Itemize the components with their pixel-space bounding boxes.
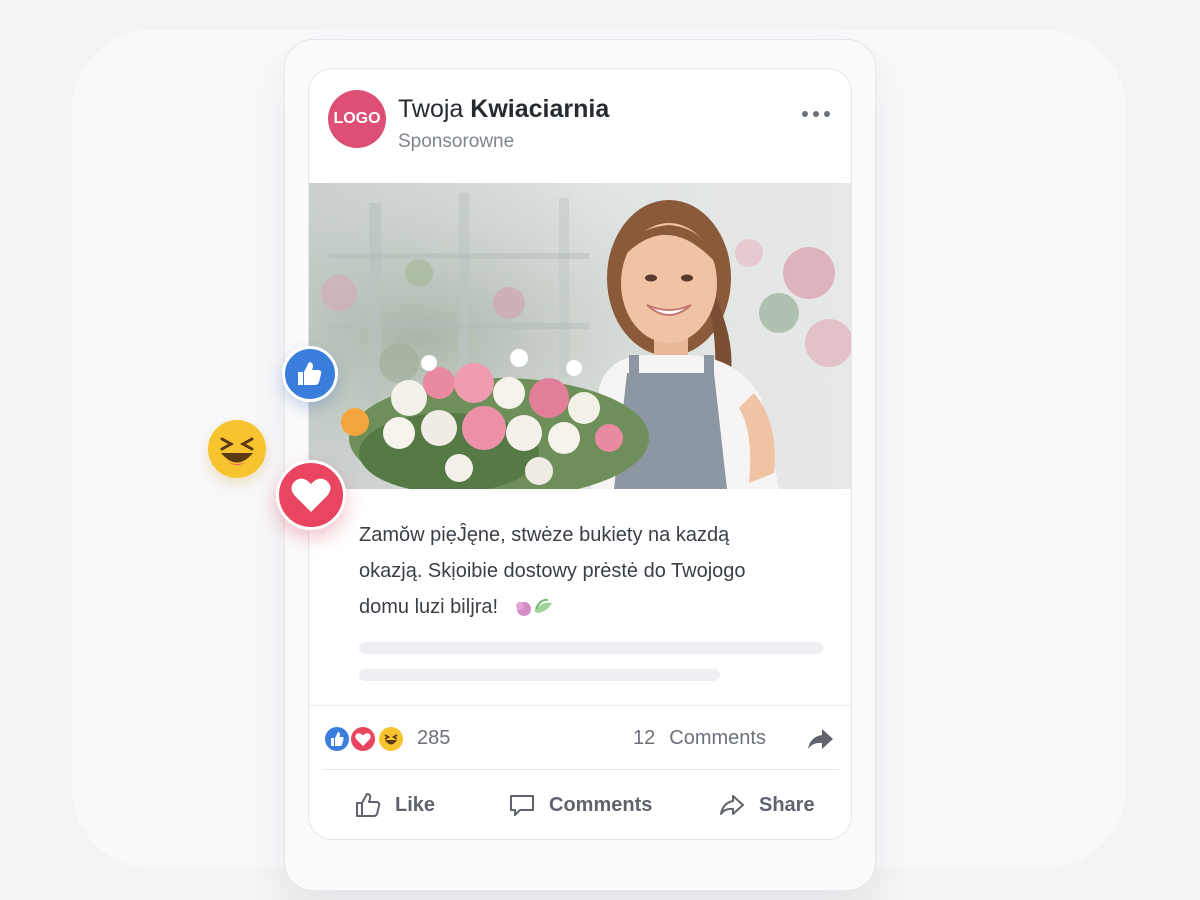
more-options-icon[interactable] [799, 101, 833, 127]
sponsored-label: Sponsorowne [398, 131, 515, 152]
page-name-bold: Kwiaciarnia [470, 95, 610, 123]
post-text-line-3: domu luzi biǉra! [359, 589, 819, 625]
comments-button[interactable]: Comments [507, 787, 652, 823]
reaction-stats: 285 12 Comments [323, 721, 839, 757]
floating-laugh-icon [208, 420, 266, 478]
share-label: Share [759, 793, 815, 816]
flower-emoji-icon [515, 598, 552, 616]
text-placeholder-line [359, 669, 720, 681]
laugh-icon [377, 725, 405, 753]
ad-mockup-stage: LOGO Twoja Kwiaciarnia Sponsorowne Zamŏw… [0, 0, 1200, 900]
post-text-line-1: Zamŏw piẹĴęne, stwėze bukiety na kazdą [359, 524, 730, 546]
comments-count[interactable]: 12 Comments [633, 727, 766, 750]
share-button[interactable]: Share [717, 787, 815, 823]
floating-like-icon [282, 346, 338, 402]
post-text-line-2: okazją. Skịoibie dostowy prėstė do Twojo… [359, 560, 746, 582]
post-text: Zamŏw piẹĴęne, stwėze bukiety na kazdą o… [359, 517, 819, 625]
floating-love-icon [276, 460, 346, 530]
love-icon [349, 725, 377, 753]
share-arrow-icon[interactable] [805, 725, 835, 753]
reaction-count[interactable]: 285 [417, 727, 450, 750]
reaction-summary[interactable] [323, 725, 413, 753]
comment-icon [510, 795, 534, 816]
divider [309, 705, 851, 706]
text-placeholder-line [359, 642, 823, 654]
page-name[interactable]: Twoja Kwiaciarnia [398, 95, 609, 124]
page-name-prefix: Twoja [398, 95, 464, 123]
action-bar: Like Comments Share [309, 781, 851, 831]
like-label: Like [395, 793, 436, 816]
like-icon [323, 725, 351, 753]
share-icon [720, 795, 744, 815]
comments-label: Comments [549, 793, 653, 816]
like-button[interactable]: Like [353, 787, 435, 823]
post-image[interactable] [309, 183, 851, 489]
page-logo[interactable]: LOGO [328, 90, 386, 148]
post-header: LOGO Twoja Kwiaciarnia Sponsorowne [309, 69, 851, 183]
thumbs-up-icon [356, 793, 381, 817]
sponsored-post-card: LOGO Twoja Kwiaciarnia Sponsorowne Zamŏw… [308, 68, 852, 840]
decorative-dot [341, 408, 369, 436]
florist-photo-illustration [309, 183, 851, 489]
divider [323, 769, 839, 770]
